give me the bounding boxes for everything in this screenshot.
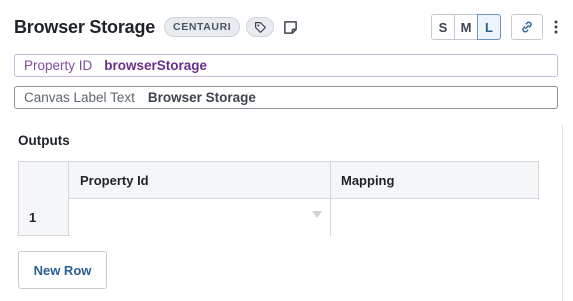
outputs-heading: Outputs	[18, 133, 70, 148]
size-medium-button[interactable]: M	[454, 14, 478, 40]
property-panel: Browser Storage CENTAURI S M L Property …	[0, 0, 573, 301]
size-small-button[interactable]: S	[431, 14, 455, 40]
size-large-button[interactable]: L	[477, 14, 501, 40]
row-number: 1	[29, 210, 37, 225]
link-icon	[522, 21, 532, 33]
canvas-label-field[interactable]: Canvas Label Text Browser Storage	[14, 86, 558, 109]
category-badge[interactable]: CENTAURI	[164, 17, 241, 37]
note-icon	[283, 20, 297, 34]
row-number-column	[19, 162, 69, 235]
property-id-label: Property ID	[24, 58, 93, 73]
mapping-cell[interactable]	[331, 200, 539, 236]
property-id-select[interactable]	[70, 200, 330, 236]
more-vertical-icon	[554, 20, 558, 34]
outputs-table: Property Id Mapping 1	[18, 161, 539, 236]
more-options-button[interactable]	[549, 14, 563, 40]
panel-header: Browser Storage CENTAURI S M L	[14, 14, 563, 40]
column-header-mapping: Mapping	[341, 173, 395, 188]
size-toggle-group: S M L	[431, 14, 501, 40]
note-button[interactable]	[280, 17, 300, 37]
new-row-button[interactable]: New Row	[18, 251, 107, 289]
header-controls: S M L	[431, 14, 563, 40]
canvas-label-label: Canvas Label Text	[24, 90, 135, 105]
link-button[interactable]	[511, 14, 543, 40]
dropdown-caret-icon	[312, 211, 322, 218]
outputs-panel: Outputs Property Id Mapping 1 New Row	[0, 125, 563, 301]
column-header-property-id: Property Id	[80, 173, 149, 188]
property-id-field[interactable]: Property ID browserStorage	[14, 54, 558, 77]
tag-icon	[254, 21, 266, 33]
tag-button[interactable]	[246, 17, 275, 37]
component-title: Browser Storage	[14, 16, 156, 37]
canvas-label-value: Browser Storage	[147, 90, 256, 105]
property-id-value: browserStorage	[104, 58, 208, 73]
